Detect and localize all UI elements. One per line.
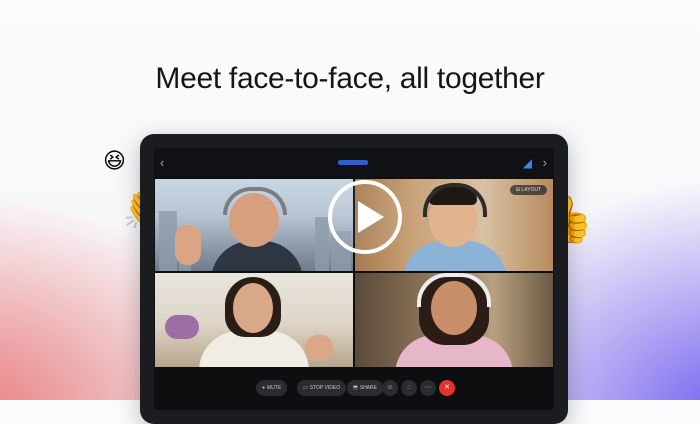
- tablet-device: ‹ ◢ › ⊞ LAYOUT ● MUTE ▭ STOP VIDEO ⬒ SHA…: [140, 134, 568, 424]
- end-call-button[interactable]: ✕: [439, 380, 455, 396]
- chat-icon[interactable]: ◌: [401, 380, 417, 396]
- play-icon: [358, 201, 384, 233]
- stop-video-label: STOP VIDEO: [309, 385, 341, 391]
- headphones-icon: [223, 187, 287, 215]
- forward-icon[interactable]: ›: [543, 155, 547, 170]
- share-button[interactable]: ⬒ SHARE: [347, 380, 383, 396]
- meeting-title-indicator: [338, 160, 368, 165]
- gesturing-hand: [305, 335, 333, 361]
- mic-icon: ●: [262, 385, 266, 391]
- page-title: Meet face-to-face, all together: [155, 62, 545, 95]
- video-icon: ▭: [303, 385, 308, 391]
- meeting-topbar: ‹ ◢ ›: [154, 148, 554, 178]
- network-icon: ◢: [522, 156, 532, 170]
- participant-tile[interactable]: [155, 273, 353, 367]
- mute-label: MUTE: [267, 385, 282, 391]
- more-icon[interactable]: ⋯: [420, 380, 436, 396]
- laughing-emoji: 😆: [103, 148, 126, 173]
- participant-tile[interactable]: [355, 273, 553, 367]
- participant-tile[interactable]: [155, 179, 353, 271]
- share-label: SHARE: [359, 385, 377, 391]
- layout-button[interactable]: ⊞ LAYOUT: [509, 185, 547, 195]
- participant-face: [233, 283, 273, 333]
- headphones-icon: [423, 183, 487, 217]
- flower-vase: [165, 315, 199, 339]
- headphones-icon: [417, 273, 491, 307]
- share-icon: ⬒: [353, 385, 358, 391]
- skyline-building: [315, 217, 329, 271]
- play-video-button[interactable]: [328, 180, 402, 254]
- meeting-screen: ‹ ◢ › ⊞ LAYOUT ● MUTE ▭ STOP VIDEO ⬒ SHA…: [154, 148, 554, 410]
- back-icon[interactable]: ‹: [160, 155, 164, 170]
- mute-button[interactable]: ● MUTE: [256, 380, 288, 396]
- stop-video-button[interactable]: ▭ STOP VIDEO: [297, 380, 347, 396]
- meeting-toolbar: ● MUTE ▭ STOP VIDEO ⬒ SHARE ☺ ◌ ⋯ ✕: [154, 367, 554, 410]
- participants-icon[interactable]: ☺: [382, 380, 398, 396]
- waving-hand: [175, 225, 201, 265]
